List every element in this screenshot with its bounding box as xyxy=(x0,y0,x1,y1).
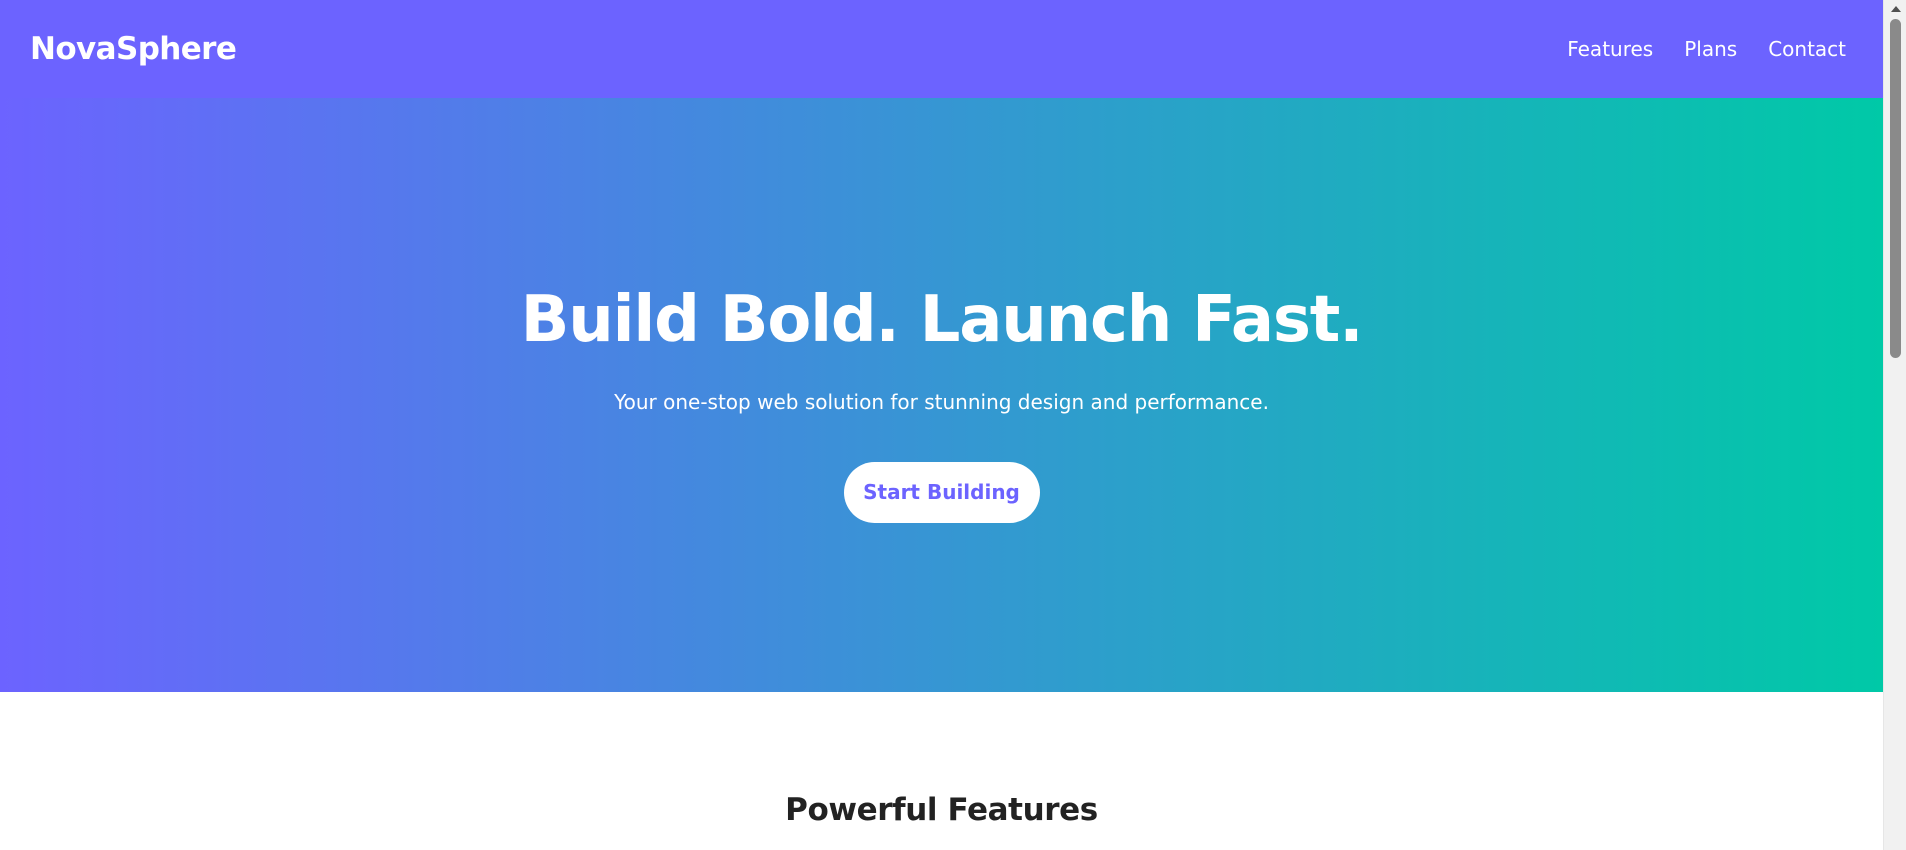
page-scrollbar[interactable] xyxy=(1883,0,1906,850)
scroll-up-arrow-icon[interactable] xyxy=(1884,0,1906,17)
features-heading: Powerful Features xyxy=(785,792,1098,828)
nav-link-features[interactable]: Features xyxy=(1567,37,1653,61)
hero-subtitle: Your one-stop web solution for stunning … xyxy=(614,389,1269,414)
nav-link-plans[interactable]: Plans xyxy=(1684,37,1737,61)
nav-link-contact[interactable]: Contact xyxy=(1768,37,1846,61)
hero-title: Build Bold. Launch Fast. xyxy=(520,283,1364,358)
features-section: Powerful Features xyxy=(0,692,1883,850)
hero-section: Build Bold. Launch Fast. Your one-stop w… xyxy=(0,98,1883,692)
page-viewport: NovaSphere Features Plans Contact Build … xyxy=(0,0,1883,850)
main-nav: Features Plans Contact xyxy=(1567,37,1846,61)
start-building-button[interactable]: Start Building xyxy=(843,461,1040,523)
site-header: NovaSphere Features Plans Contact xyxy=(0,0,1883,98)
brand-logo[interactable]: NovaSphere xyxy=(30,31,237,67)
scrollbar-thumb[interactable] xyxy=(1890,19,1901,358)
